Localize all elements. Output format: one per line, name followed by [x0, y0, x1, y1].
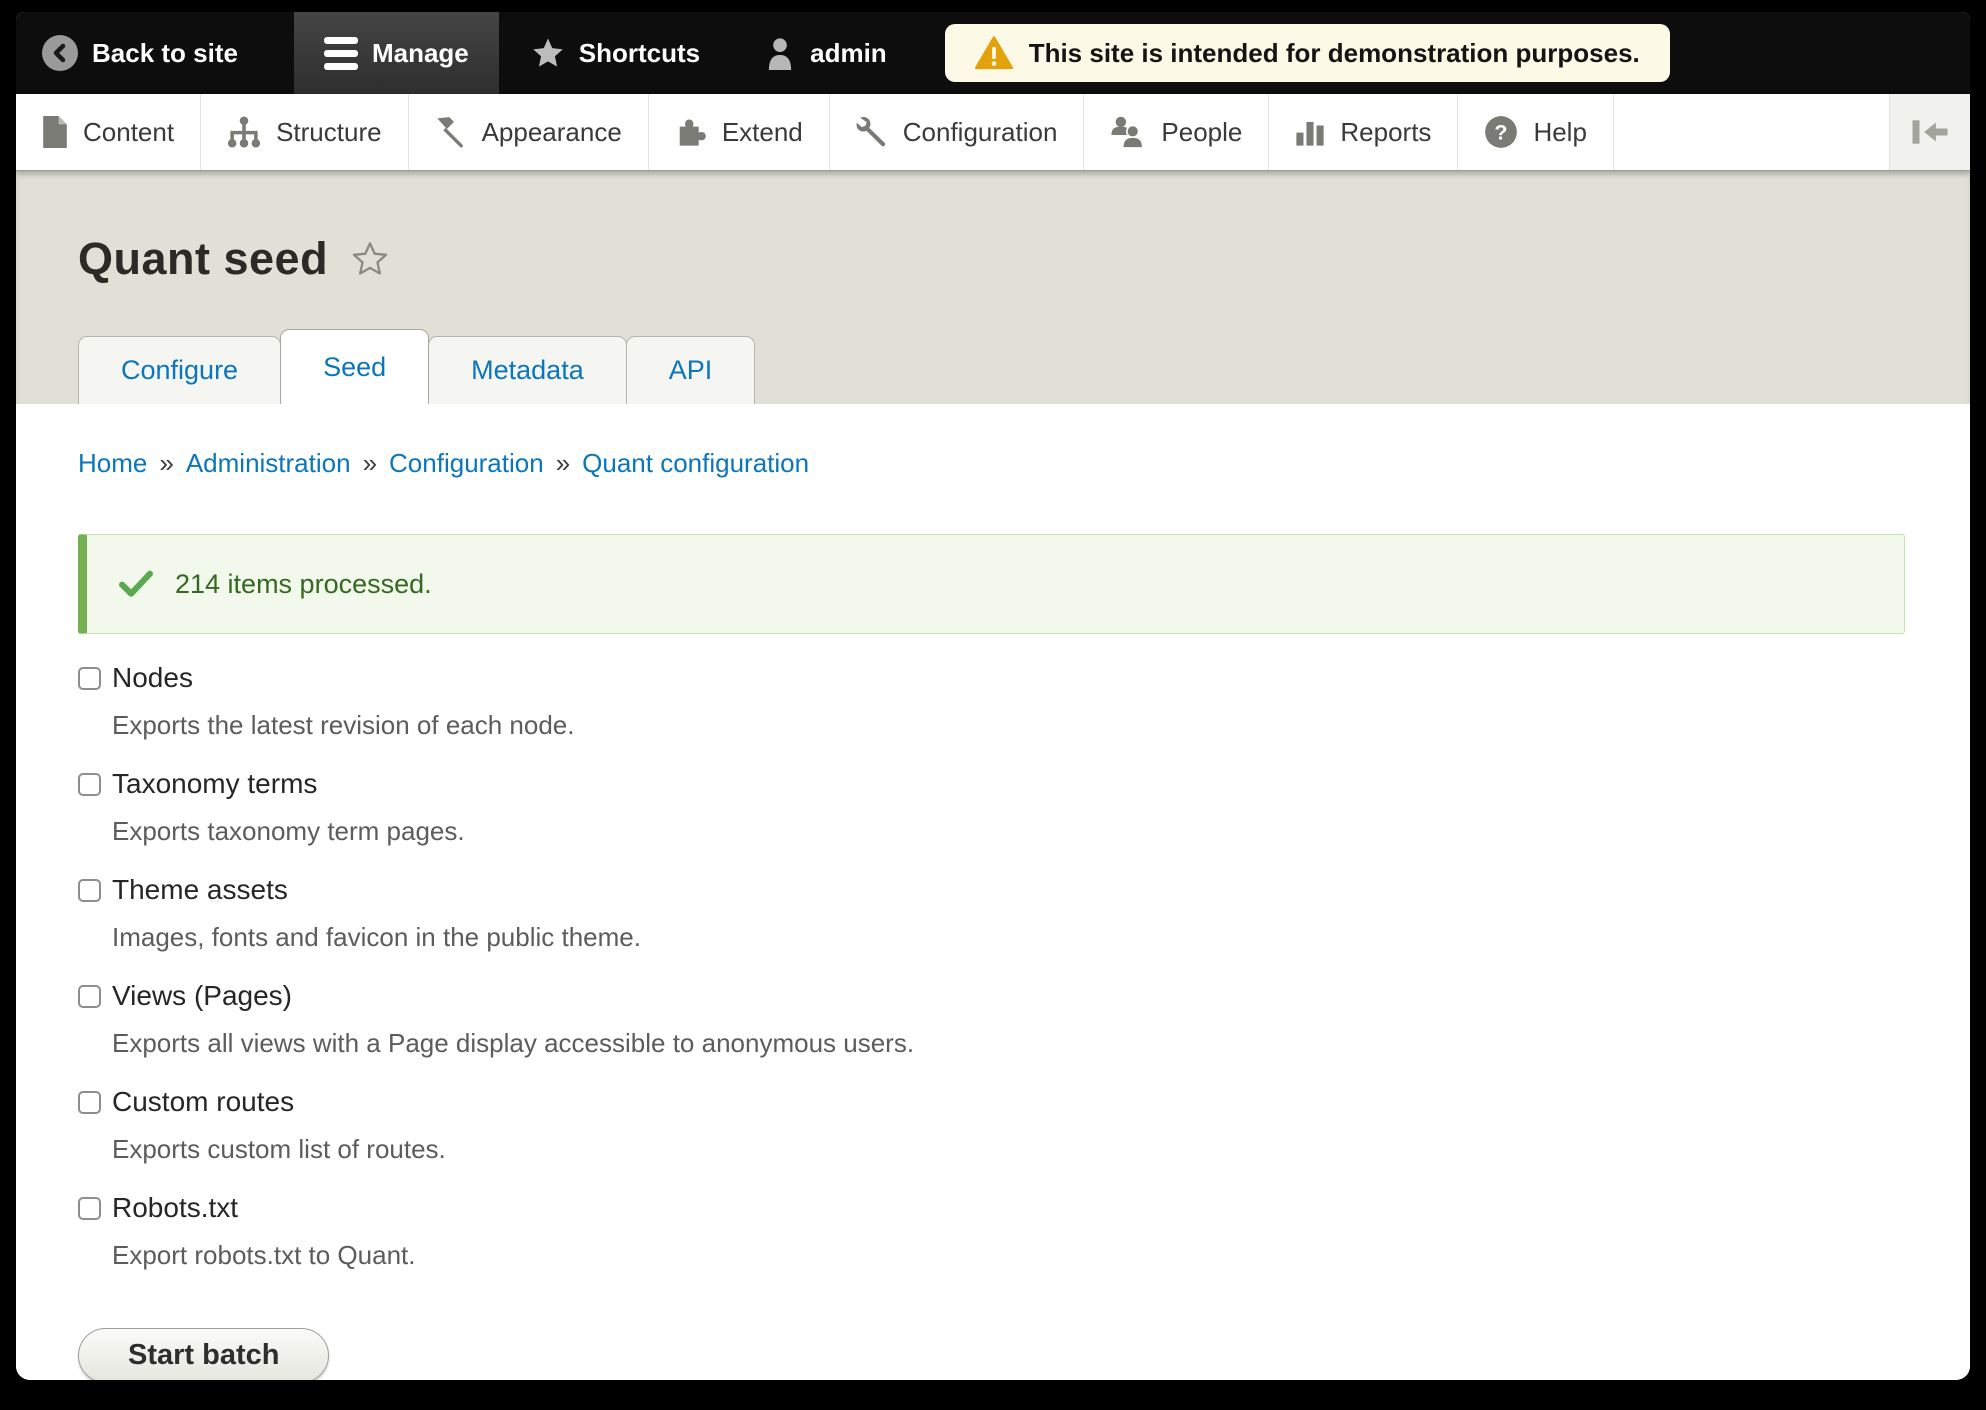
seed-option-custom-routes: Custom routes Exports custom list of rou… [78, 1086, 1905, 1165]
appearance-icon [435, 116, 467, 148]
seed-options-list: Nodes Exports the latest revision of eac… [78, 662, 1905, 1271]
nodes-description: Exports the latest revision of each node… [112, 710, 575, 740]
taxonomy-terms-label[interactable]: Taxonomy terms [112, 768, 317, 800]
warning-triangle-icon [974, 36, 1013, 70]
seed-option-robots-txt: Robots.txt Export robots.txt to Quant. [78, 1192, 1905, 1271]
robots-txt-description: Export robots.txt to Quant. [112, 1240, 416, 1270]
demo-warning-banner: This site is intended for demonstration … [944, 24, 1670, 82]
views-pages-label[interactable]: Views (Pages) [112, 980, 292, 1012]
toolbar-collapse-button[interactable] [1890, 94, 1970, 170]
menu-label: Appearance [481, 116, 622, 147]
browser-window: Back to site Manage Shortcuts admin This… [16, 12, 1970, 1380]
menu-label: Content [83, 116, 175, 147]
theme-assets-checkbox[interactable] [78, 878, 101, 902]
menu-item-extend[interactable]: Extend [649, 94, 830, 170]
seed-option-theme-assets: Theme assets Images, fonts and favicon i… [78, 874, 1905, 953]
star-icon [531, 36, 565, 70]
page-title: Quant seed [78, 233, 329, 284]
seed-option-views-pages: Views (Pages) Exports all views with a P… [78, 980, 1905, 1059]
taxonomy-terms-description: Exports taxonomy term pages. [112, 816, 465, 846]
menu-label: People [1161, 116, 1243, 147]
nodes-checkbox[interactable] [78, 666, 101, 690]
admin-menu-bar: Content Structure Appearance Extend Conf… [16, 94, 1970, 171]
status-message-text: 214 items processed. [175, 568, 432, 599]
custom-routes-label[interactable]: Custom routes [112, 1086, 294, 1118]
back-to-site-label: Back to site [92, 37, 238, 68]
views-pages-description: Exports all views with a Page display ac… [112, 1028, 915, 1058]
robots-txt-checkbox[interactable] [78, 1196, 101, 1220]
robots-txt-label[interactable]: Robots.txt [112, 1192, 238, 1224]
tab-configure[interactable]: Configure [78, 336, 282, 404]
toolbar-spacer [1614, 94, 1890, 170]
breadcrumb-separator: » [362, 448, 378, 478]
extend-icon [675, 116, 707, 148]
tab-api[interactable]: API [625, 336, 756, 404]
breadcrumb-link-home[interactable]: Home [78, 448, 147, 479]
svg-text:?: ? [1495, 120, 1508, 144]
breadcrumb: Home » Administration » Configuration » … [78, 448, 1905, 479]
breadcrumb-link-administration[interactable]: Administration [186, 448, 351, 479]
taxonomy-terms-checkbox[interactable] [78, 772, 101, 796]
start-batch-button[interactable]: Start batch [78, 1328, 330, 1380]
menu-item-people[interactable]: People [1084, 94, 1270, 170]
admin-user-label: admin [810, 37, 887, 68]
content-icon [42, 116, 68, 148]
breadcrumb-link-quant-configuration[interactable]: Quant configuration [582, 448, 809, 479]
custom-routes-checkbox[interactable] [78, 1090, 101, 1114]
breadcrumb-separator: » [159, 448, 174, 478]
reports-icon [1295, 116, 1325, 148]
page-header: Quant seed Configure Seed Metadata API [16, 171, 1970, 404]
menu-label: Structure [276, 116, 382, 147]
menu-item-appearance[interactable]: Appearance [409, 94, 649, 170]
nodes-label[interactable]: Nodes [112, 662, 193, 694]
menu-label: Reports [1340, 116, 1432, 147]
configuration-icon [856, 116, 888, 148]
manage-label: Manage [371, 37, 469, 68]
tab-bar: Configure Seed Metadata API [78, 329, 756, 404]
breadcrumb-separator: » [555, 448, 571, 478]
shortcuts-button[interactable]: Shortcuts [505, 12, 726, 94]
favorite-star-icon[interactable] [350, 239, 390, 279]
theme-assets-description: Images, fonts and favicon in the public … [112, 922, 641, 952]
breadcrumb-link-configuration[interactable]: Configuration [389, 448, 544, 479]
tab-metadata[interactable]: Metadata [428, 336, 627, 404]
people-icon [1110, 116, 1146, 148]
menu-item-structure[interactable]: Structure [201, 94, 409, 170]
status-message-success: 214 items processed. [78, 534, 1905, 634]
main-content: Home » Administration » Configuration » … [16, 404, 1970, 1380]
checkmark-icon [119, 570, 153, 598]
shortcuts-label: Shortcuts [578, 37, 701, 68]
menu-label: Configuration [902, 116, 1058, 147]
seed-option-nodes: Nodes Exports the latest revision of eac… [78, 662, 1905, 741]
menu-label: Extend [721, 116, 803, 147]
back-to-site-button[interactable]: Back to site [16, 12, 264, 94]
menu-item-help[interactable]: ? Help [1458, 94, 1614, 170]
manage-menu-button[interactable]: Manage [293, 12, 499, 94]
seed-option-taxonomy-terms: Taxonomy terms Exports taxonomy term pag… [78, 768, 1905, 847]
menu-item-configuration[interactable]: Configuration [830, 94, 1085, 170]
views-pages-checkbox[interactable] [78, 984, 101, 1008]
admin-user-button[interactable]: admin [738, 12, 913, 94]
admin-toolbar: Back to site Manage Shortcuts admin This… [16, 12, 1970, 94]
menu-item-content[interactable]: Content [16, 94, 202, 170]
user-icon [764, 36, 796, 70]
tab-seed[interactable]: Seed [280, 329, 430, 404]
menu-item-reports[interactable]: Reports [1269, 94, 1459, 170]
back-arrow-icon [42, 35, 78, 71]
collapse-left-icon [1910, 118, 1950, 146]
menu-label: Help [1533, 116, 1587, 147]
hamburger-icon [323, 36, 358, 70]
demo-warning-text: This site is intended for demonstration … [1028, 37, 1640, 68]
help-icon: ? [1484, 115, 1518, 149]
structure-icon [227, 116, 261, 148]
theme-assets-label[interactable]: Theme assets [112, 874, 288, 906]
custom-routes-description: Exports custom list of routes. [112, 1134, 446, 1164]
